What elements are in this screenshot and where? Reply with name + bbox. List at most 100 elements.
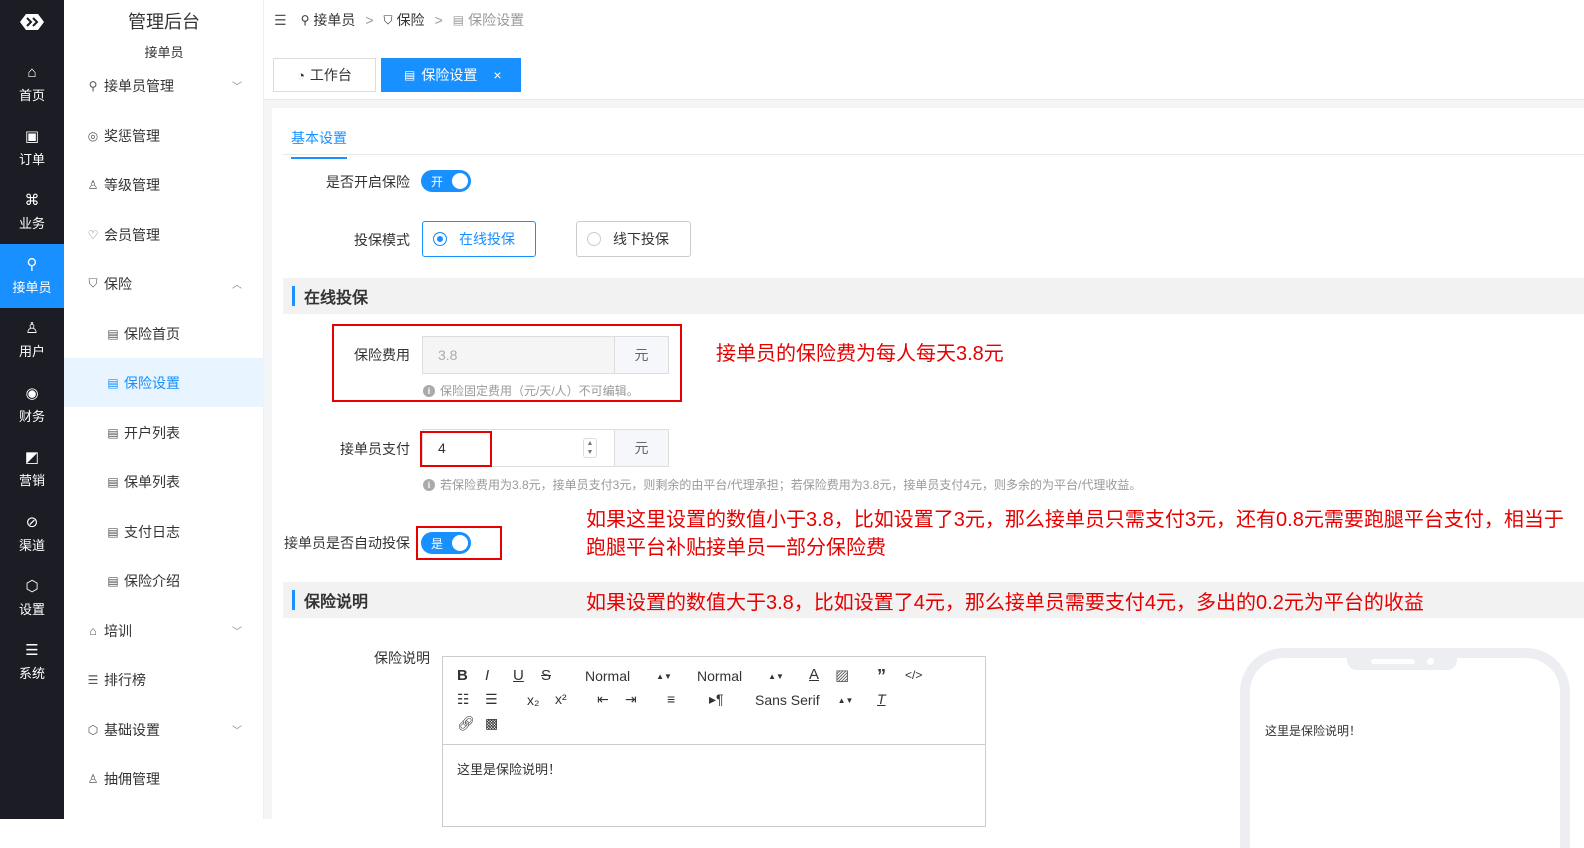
editor-content[interactable]: 这里是保险说明！ bbox=[457, 759, 561, 778]
annotation-fee-note: 接单员的保险费为每人每天3.8元 bbox=[716, 343, 1004, 365]
document-icon: ▤ bbox=[107, 375, 119, 390]
enable-insurance-switch[interactable]: 开 bbox=[421, 170, 471, 192]
list-icon: ☰ bbox=[87, 672, 99, 687]
menu-item-insurance[interactable]: ⛉ 保险 ︿ bbox=[64, 259, 264, 308]
superscript-button[interactable]: x² bbox=[555, 691, 567, 707]
indent-button[interactable]: ⇥ bbox=[625, 691, 637, 708]
font-select[interactable]: Sans Serif ▲▼ bbox=[755, 692, 853, 708]
subscript-button[interactable]: x₂ bbox=[527, 692, 539, 708]
annotation-box-auto bbox=[416, 526, 502, 560]
annotation-more-note: 如果设置的数值大于3.8，比如设置了4元，那么接单员需要支付4元，多出的0.2元… bbox=[586, 592, 1424, 614]
rich-text-editor[interactable]: B I U S Normal ▲▼ Normal ▲▼ A ▨ ” </> ☷ ☰ … bbox=[442, 656, 986, 827]
outdent-button[interactable]: ⇤ bbox=[597, 691, 609, 708]
radio-online[interactable]: 在线投保 bbox=[422, 221, 536, 257]
document-icon: ▤ bbox=[404, 68, 416, 82]
settings-icon: ⬡ bbox=[25, 578, 39, 595]
mobile-preview-text: 这里是保险说明！ bbox=[1265, 724, 1362, 738]
close-icon[interactable]: × bbox=[493, 67, 501, 83]
select-arrows-icon: ▲▼ bbox=[768, 671, 784, 681]
image-button[interactable]: ▩ bbox=[485, 715, 498, 732]
menu-item-courier-management[interactable]: ⚲ 接单员管理 ﹀ bbox=[64, 61, 264, 110]
chevron-down-icon: ﹀ bbox=[232, 82, 242, 93]
rail-item-channel[interactable]: ⊘ 渠道 bbox=[0, 502, 64, 566]
tab-workbench[interactable]: ◔ 工作台 bbox=[273, 58, 376, 92]
tab-divider bbox=[283, 154, 1584, 155]
document-icon: ▤ bbox=[107, 524, 119, 539]
annotation-box-fee bbox=[332, 324, 682, 402]
settings-panel: 基本设置 是否开启保险 开 投保模式 在线投保 线下投保 在线投保 保险费用 3… bbox=[272, 108, 1584, 848]
menu-item-insurance-settings[interactable]: ▤ 保险设置 bbox=[64, 358, 264, 407]
collapse-menu-icon[interactable]: ☰ bbox=[274, 12, 287, 29]
breadcrumb-item-insurance[interactable]: 保险 bbox=[397, 10, 425, 30]
menu-item-reward-penalty[interactable]: ◎ 奖惩管理 bbox=[64, 111, 264, 160]
icon-rail: ⌂ 首页 ▣ 订单 ⌘ 业务 ⚲ 接单员 ♙ 用户 ◉ 财务 ◩ 营销 ⊘ 渠道 ⬡ 设置 ☰ 系统 bbox=[0, 0, 64, 819]
breadcrumb: ☰ ⚲ 接单员 > ⛉ 保险 > ▤ 保险设置 bbox=[264, 0, 1584, 40]
training-icon: ⌂ bbox=[89, 623, 97, 638]
shield-icon: ⛉ bbox=[88, 276, 98, 290]
document-icon: ▤ bbox=[452, 13, 465, 27]
menu-item-insurance-home[interactable]: ▤ 保险首页 bbox=[64, 309, 264, 358]
rail-item-business[interactable]: ⌘ 业务 bbox=[0, 180, 64, 244]
rail-item-user[interactable]: ♙ 用户 bbox=[0, 308, 64, 372]
menu-title: 管理后台 bbox=[128, 12, 200, 32]
document-icon: ▤ bbox=[107, 326, 119, 341]
number-stepper[interactable]: ▲ ▼ bbox=[583, 438, 597, 458]
chevron-down-icon: ﹀ bbox=[232, 726, 242, 737]
menu-item-commission[interactable]: ♙ 抽佣管理 bbox=[64, 754, 264, 803]
rail-item-settings[interactable]: ⬡ 设置 bbox=[0, 566, 64, 630]
tab-insurance-settings[interactable]: ▤ 保险设置 × bbox=[381, 58, 521, 92]
background-color-button[interactable]: ▨ bbox=[835, 666, 849, 684]
size-select[interactable]: Normal ▲▼ bbox=[697, 668, 784, 684]
menu-item-account-list[interactable]: ▤ 开户列表 bbox=[64, 408, 264, 457]
breadcrumb-item-courier[interactable]: 接单员 bbox=[313, 10, 355, 30]
phone-speaker bbox=[1371, 659, 1415, 664]
menu-subtitle: 接单员 bbox=[144, 45, 184, 60]
chevron-down-icon: ﹀ bbox=[232, 627, 242, 638]
text-direction-button[interactable]: ▸¶ bbox=[709, 691, 724, 708]
menu-item-policy-list[interactable]: ▤ 保单列表 bbox=[64, 457, 264, 506]
document-icon: ▤ bbox=[107, 474, 119, 489]
menu-item-payment-log[interactable]: ▤ 支付日志 bbox=[64, 507, 264, 556]
logo-icon[interactable] bbox=[0, 0, 64, 44]
strike-button[interactable]: S bbox=[541, 667, 551, 684]
enable-insurance-label: 是否开启保险 bbox=[326, 174, 410, 190]
rail-item-system[interactable]: ☰ 系统 bbox=[0, 630, 64, 694]
radio-dot bbox=[587, 232, 601, 246]
breadcrumb-separator: > bbox=[365, 12, 374, 28]
code-block-button[interactable]: </> bbox=[905, 668, 922, 682]
user-list-icon: ♙ bbox=[87, 177, 99, 192]
menu-item-basic-settings[interactable]: ⬡ 基础设置 ﹀ bbox=[64, 705, 264, 754]
bold-button[interactable]: B bbox=[457, 667, 468, 684]
menu-item-member[interactable]: ♡ 会员管理 bbox=[64, 210, 264, 259]
user-icon: ♙ bbox=[25, 320, 39, 337]
bike-icon: ⚲ bbox=[88, 78, 98, 93]
menu-item-insurance-intro[interactable]: ▤ 保险介绍 bbox=[64, 556, 264, 605]
menu-item-level[interactable]: ♙ 等级管理 bbox=[64, 160, 264, 209]
bullet-list-button[interactable]: ☰ bbox=[485, 691, 498, 708]
rail-item-home[interactable]: ⌂ 首页 bbox=[0, 52, 64, 116]
document-icon: ▤ bbox=[107, 425, 119, 440]
order-icon: ▣ bbox=[24, 128, 40, 145]
underline-button[interactable]: U bbox=[513, 667, 524, 684]
switch-knob bbox=[452, 173, 468, 189]
rail-item-order[interactable]: ▣ 订单 bbox=[0, 116, 64, 180]
page-tabs: ◔ 工作台 ▤ 保险设置 × bbox=[264, 50, 1584, 100]
menu-item-training[interactable]: ⌂ 培训 ﹀ bbox=[64, 606, 264, 655]
align-button[interactable]: ≡ bbox=[667, 691, 675, 707]
blockquote-button[interactable]: ” bbox=[877, 666, 886, 687]
link-button[interactable]: 🔗︎ bbox=[457, 715, 475, 732]
shield-icon: ⛉ bbox=[383, 12, 393, 27]
clear-format-button[interactable]: T bbox=[877, 691, 886, 707]
dashboard-icon: ◔ bbox=[297, 67, 305, 83]
radio-offline[interactable]: 线下投保 bbox=[576, 221, 691, 257]
rail-item-finance[interactable]: ◉ 财务 bbox=[0, 373, 64, 437]
menu-item-ranking[interactable]: ☰ 排行榜 bbox=[64, 655, 264, 704]
rail-item-courier[interactable]: ⚲ 接单员 bbox=[0, 244, 64, 308]
header-select[interactable]: Normal ▲▼ bbox=[585, 668, 672, 684]
italic-button[interactable]: I bbox=[485, 667, 489, 684]
font-color-button[interactable]: A bbox=[809, 666, 819, 683]
select-arrows-icon: ▲▼ bbox=[837, 695, 854, 705]
rail-item-marketing[interactable]: ◩ 营销 bbox=[0, 437, 64, 501]
ordered-list-button[interactable]: ☷ bbox=[457, 691, 470, 708]
courier-pay-unit: 元 bbox=[614, 429, 669, 467]
